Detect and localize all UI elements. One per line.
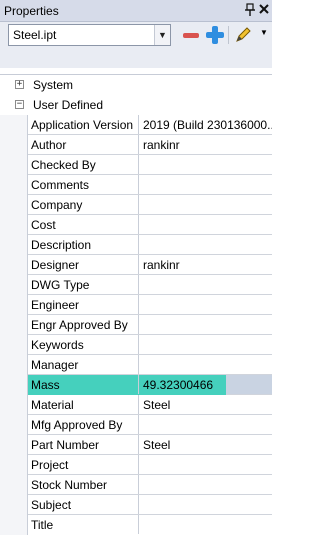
property-row[interactable]: Designer rankinr [28,255,272,275]
property-value[interactable]: Steel [140,395,272,414]
add-property-button[interactable] [204,24,226,46]
property-row[interactable]: Comments [28,175,272,195]
property-name: Mass [28,375,139,394]
minus-icon [183,33,199,38]
panel-title: Properties [4,4,59,18]
property-row[interactable]: Application Version 2019 (Build 23013600… [28,115,272,135]
property-row[interactable]: Keywords [28,335,272,355]
property-name: Manager [28,355,139,374]
property-value[interactable]: rankinr [140,135,272,154]
section-label: User Defined [33,98,104,112]
property-value[interactable]: rankinr [140,255,272,274]
property-row[interactable]: Subject [28,495,272,515]
property-value[interactable]: Steel [140,435,272,454]
property-row[interactable]: Project [28,455,272,475]
collapse-icon[interactable]: − [15,100,24,109]
property-name: Keywords [28,335,139,354]
section-system[interactable]: + System [0,75,272,95]
property-row[interactable]: Engr Approved By [28,315,272,335]
property-value[interactable] [140,355,272,374]
close-icon[interactable] [258,2,270,18]
expand-icon[interactable]: + [15,80,24,89]
section-user-defined[interactable]: − User Defined [0,95,272,115]
property-value[interactable] [140,155,272,174]
property-name: Stock Number [28,475,139,494]
property-name: Project [28,455,139,474]
file-select[interactable]: Steel.ipt ▼ [8,24,171,46]
property-name: Description [28,235,139,254]
property-value[interactable] [140,215,272,234]
property-name: Title [28,515,139,534]
property-name: Engineer [28,295,139,314]
file-select-value: Steel.ipt [13,28,57,42]
section-label: System [33,78,74,92]
pin-icon[interactable] [244,3,256,17]
property-row[interactable]: Author rankinr [28,135,272,155]
property-row[interactable]: Manager [28,355,272,375]
pencil-icon [233,25,253,48]
toolbar-divider [228,26,229,44]
property-row[interactable]: Company [28,195,272,215]
property-row[interactable]: Stock Number [28,475,272,495]
property-value[interactable] [140,295,272,314]
property-name: Application Version [28,115,139,134]
property-row-mass[interactable]: Mass 49.32300466 [28,375,272,395]
property-row[interactable]: Engineer [28,295,272,315]
remove-property-button[interactable] [180,24,202,46]
property-value[interactable] [140,475,272,494]
property-name: Checked By [28,155,139,174]
properties-titlebar: Properties [0,0,272,22]
grid-gutter [0,115,28,535]
property-value[interactable] [140,515,272,534]
property-name: Subject [28,495,139,514]
property-name: Cost [28,215,139,234]
chevron-down-icon[interactable]: ▼ [260,28,268,37]
property-value[interactable] [140,315,272,334]
property-row[interactable]: DWG Type [28,275,272,295]
property-value[interactable] [140,175,272,194]
property-name: DWG Type [28,275,139,294]
property-name: Comments [28,175,139,194]
property-name: Author [28,135,139,154]
property-name: Mfg Approved By [28,415,139,434]
property-name: Engr Approved By [28,315,139,334]
property-value[interactable] [140,495,272,514]
property-row[interactable]: Title [28,515,272,535]
property-value[interactable] [140,275,272,294]
property-value[interactable]: 49.32300466 [140,375,272,394]
chevron-down-icon[interactable]: ▼ [154,25,170,45]
property-value[interactable] [140,235,272,254]
property-value[interactable] [140,415,272,434]
property-row[interactable]: Description [28,235,272,255]
property-value[interactable] [140,195,272,214]
property-name: Part Number [28,435,139,454]
property-value[interactable]: 2019 (Build 230136000... [140,115,272,134]
property-row[interactable]: Mfg Approved By [28,415,272,435]
property-name: Material [28,395,139,414]
property-value[interactable] [140,335,272,354]
property-value[interactable] [140,455,272,474]
edit-button[interactable]: ▼ [232,24,270,46]
property-name: Designer [28,255,139,274]
property-row[interactable]: Part Number Steel [28,435,272,455]
property-row[interactable]: Material Steel [28,395,272,415]
property-row[interactable]: Checked By [28,155,272,175]
property-grid: + System − User Defined Application Vers… [0,74,272,535]
property-row[interactable]: Cost [28,215,272,235]
property-name: Company [28,195,139,214]
